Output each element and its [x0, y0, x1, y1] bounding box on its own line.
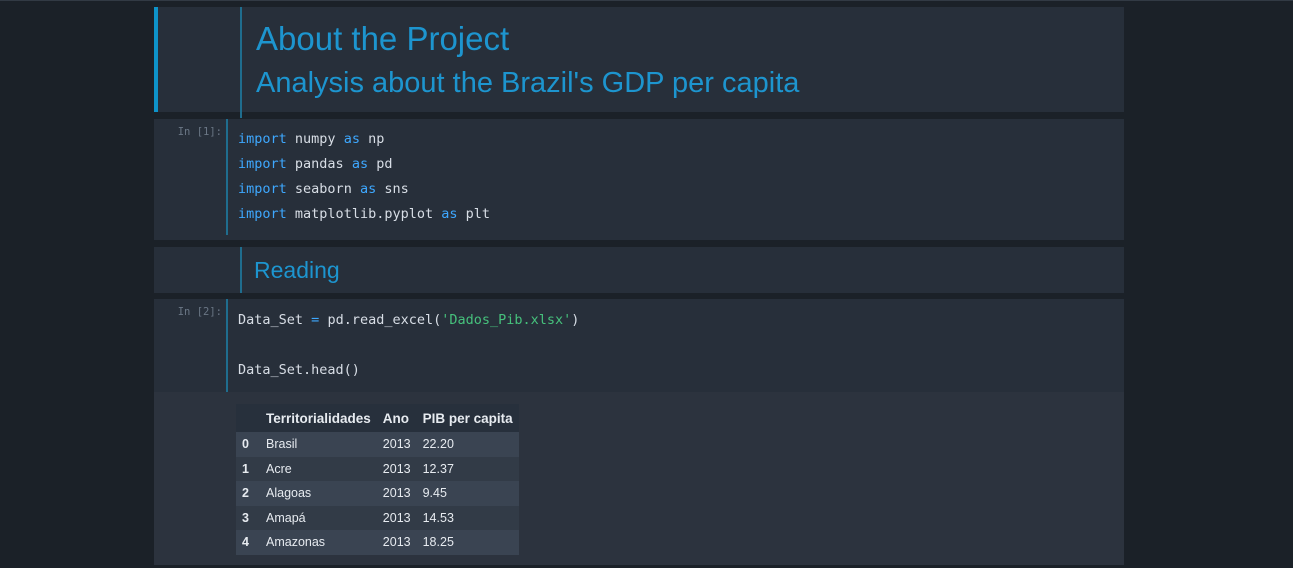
cell-ano: 2013 — [376, 432, 417, 457]
cell-territorialidade: Brasil — [260, 432, 377, 457]
section-heading-reading: Reading — [254, 257, 340, 283]
markdown-rendered-area: About the Project Analysis about the Bra… — [240, 7, 1124, 118]
cell-territorialidade: Alagoas — [260, 481, 377, 506]
markdown-rendered-area: Reading — [240, 247, 1124, 293]
code-input-area[interactable]: Data_Set = pd.read_excel('Dados_Pib.xlsx… — [226, 299, 1124, 392]
row-index: 4 — [236, 530, 260, 555]
column-header — [236, 404, 260, 432]
table-row: 3 Amapá 2013 14.53 — [236, 505, 519, 530]
table-row: 1 Acre 2013 12.37 — [236, 456, 519, 481]
markdown-cell-title[interactable]: About the Project Analysis about the Bra… — [154, 7, 1124, 118]
cell-pib: 18.25 — [416, 530, 519, 555]
table-row: 4 Amazonas 2013 18.25 — [236, 530, 519, 555]
table-header-row: Territorialidades Ano PIB per capita — [236, 404, 519, 432]
code-line: import seaborn as sns — [238, 181, 409, 197]
notebook-container: About the Project Analysis about the Bra… — [154, 7, 1124, 565]
column-header: Ano — [376, 404, 417, 432]
cell-ano: 2013 — [376, 456, 417, 481]
row-index: 0 — [236, 432, 260, 457]
cell-pib: 22.20 — [416, 432, 519, 457]
cell-ano: 2013 — [376, 530, 417, 555]
cell-territorialidade: Amapá — [260, 505, 377, 530]
cell-ano: 2013 — [376, 481, 417, 506]
code-line: Data_Set = pd.read_excel('Dados_Pib.xlsx… — [238, 312, 580, 328]
cell-pib: 14.53 — [416, 505, 519, 530]
cell-ano: 2013 — [376, 505, 417, 530]
code-cell-read-data[interactable]: In [2]: Data_Set = pd.read_excel('Dados_… — [154, 299, 1124, 565]
dataframe-table: Territorialidades Ano PIB per capita 0 B… — [236, 404, 519, 555]
row-index: 3 — [236, 505, 260, 530]
project-title: About the Project — [256, 20, 510, 57]
code-cell-imports[interactable]: In [1]: import numpy as np import pandas… — [154, 119, 1124, 240]
code-line: Data_Set.head() — [238, 362, 360, 378]
column-header: Territorialidades — [260, 404, 377, 432]
table-row: 2 Alagoas 2013 9.45 — [236, 481, 519, 506]
row-index: 2 — [236, 481, 260, 506]
column-header: PIB per capita — [416, 404, 519, 432]
input-prompt: In [1]: — [177, 126, 222, 138]
code-input-area[interactable]: import numpy as np import pandas as pd i… — [226, 119, 1124, 235]
cell-pib: 12.37 — [416, 456, 519, 481]
cell-territorialidade: Amazonas — [260, 530, 377, 555]
input-prompt: In [2]: — [177, 306, 222, 318]
project-subtitle: Analysis about the Brazil's GDP per capi… — [256, 67, 800, 99]
cell-pib: 9.45 — [416, 481, 519, 506]
code-line: import numpy as np — [238, 131, 385, 147]
cell-territorialidade: Acre — [260, 456, 377, 481]
cell-output-area: Territorialidades Ano PIB per capita 0 B… — [154, 392, 1124, 565]
row-index: 1 — [236, 456, 260, 481]
code-line: import matplotlib.pyplot as plt — [238, 206, 491, 222]
table-row: 0 Brasil 2013 22.20 — [236, 432, 519, 457]
markdown-cell-reading[interactable]: Reading — [154, 247, 1124, 293]
window-top-border — [0, 0, 1293, 1]
code-line: import pandas as pd — [238, 156, 393, 172]
